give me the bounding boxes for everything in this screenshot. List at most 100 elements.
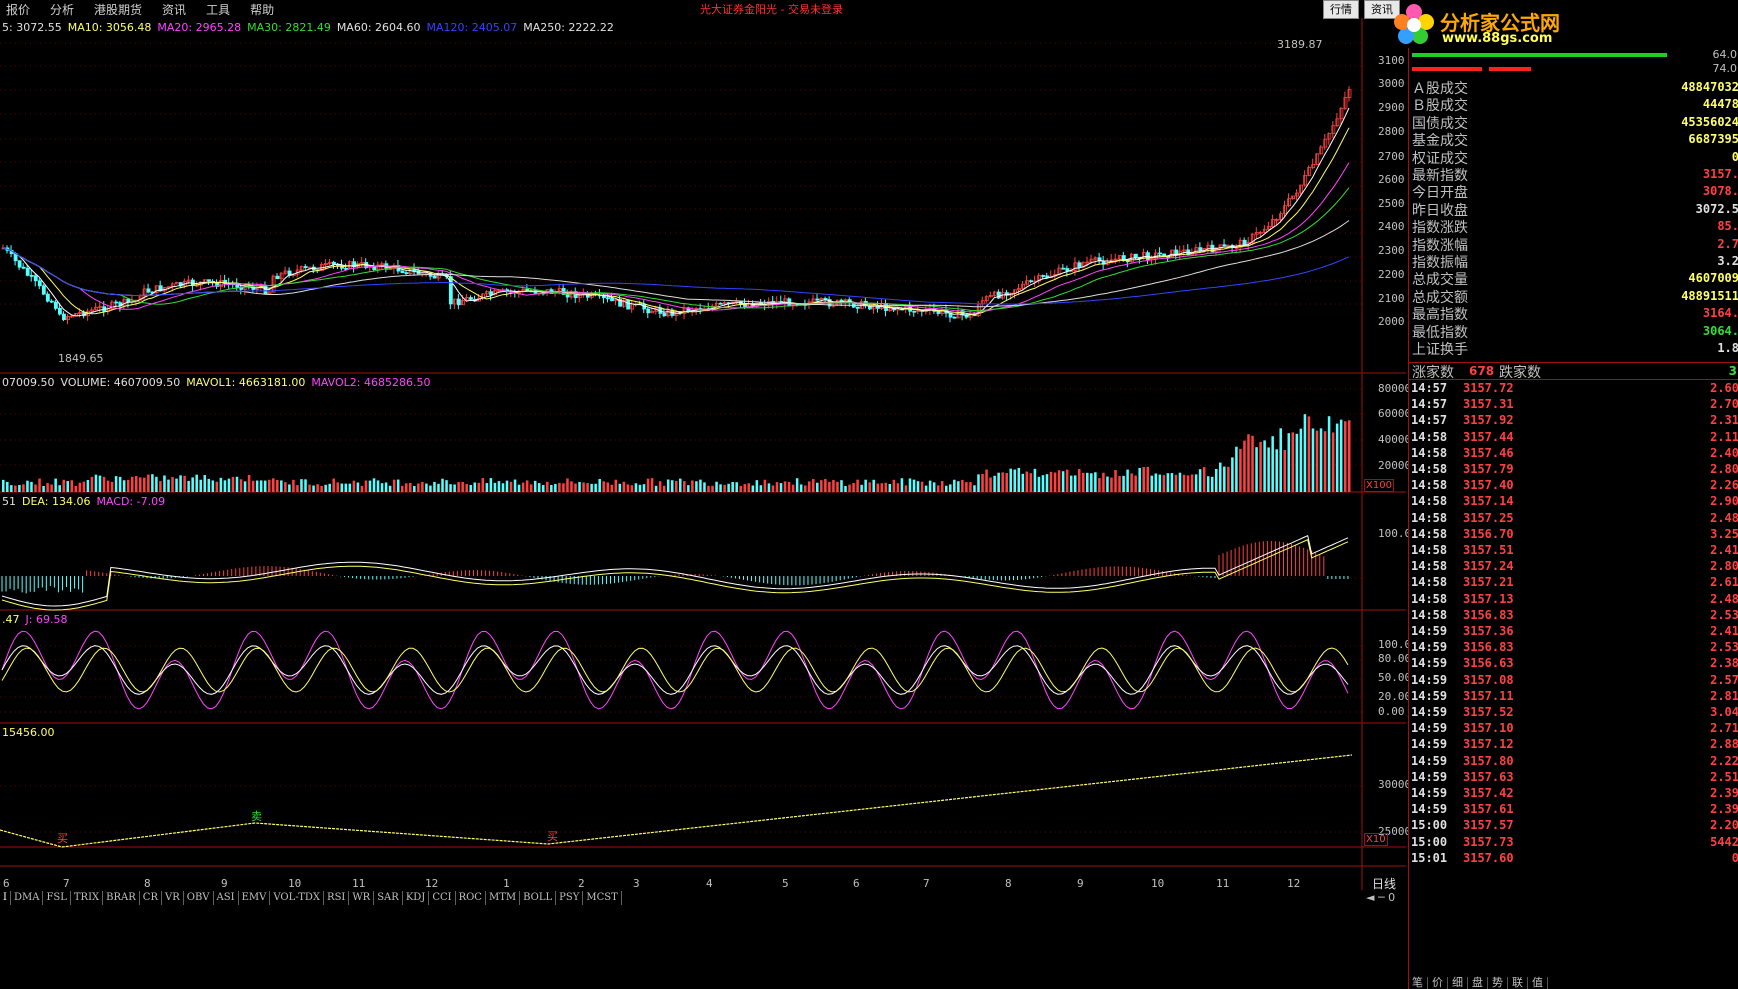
volume-bar [542,485,545,492]
menu-news[interactable]: 资讯 [162,1,186,18]
info-row: 总成交量 4607009 [1412,269,1738,288]
volume-axis-label: 40000 [1378,433,1412,446]
period-label[interactable]: 日线 [1372,875,1396,892]
tab-cr[interactable]: CR [140,891,162,905]
tab-vr[interactable]: VR [162,891,184,905]
tick-row: 14:58 3157.46 2.40 [1411,446,1738,462]
tab-mtm[interactable]: MTM [486,891,521,905]
candle-body [283,270,288,274]
tick-time: 14:58 [1411,575,1448,590]
time-axis-label: 5 [782,877,789,890]
tab-rsi[interactable]: RSI [324,891,350,905]
volume-bar [429,485,432,492]
tab-psy[interactable]: PSY [556,891,584,905]
info-row: 国债成交 45356024 [1412,113,1738,132]
volume-bar [1287,433,1291,492]
tab-fsl[interactable]: FSL [43,891,71,905]
tab-kdj[interactable]: KDJ [403,891,430,905]
volume-bar [384,482,388,492]
tab-indicator[interactable]: I [0,891,11,905]
volume-bar [211,480,215,492]
tab-mcst[interactable]: MCST [583,891,622,905]
menu-tools[interactable]: 工具 [206,1,230,18]
tick-row: 14:58 3157.79 2.80 [1411,462,1738,478]
menu-hk-futures[interactable]: 港股期货 [94,1,142,18]
tick-row: 15:01 3157.60 0 [1411,851,1738,867]
tab-boll[interactable]: BOLL [520,891,557,905]
volume-bar [457,482,460,492]
menu-analysis[interactable]: 分析 [50,1,74,18]
volume-bar [1259,441,1262,492]
tab-roc[interactable]: ROC [456,891,486,905]
tick-time: 14:59 [1411,656,1448,671]
volume-bar [481,478,485,492]
volume-bar [1247,434,1250,492]
info-row: 总成交额 48891511 [1412,287,1738,306]
tab-wr[interactable]: WR [349,891,375,905]
tab-brar[interactable]: BRAR [103,891,140,905]
price-axis-label: 3100 [1378,54,1405,67]
kdj-k-line [1,645,1349,695]
tick-time: 15:00 [1411,834,1448,849]
volume-bar [473,482,477,492]
kline-chart-area[interactable]: 5: 3072.55 MA10: 3056.48 MA20: 2965.28 MA30… [0,18,1418,971]
price-legend: 5: 3072.55 MA10: 3056.48 MA20: 2965.28 MA30… [2,21,620,34]
volume-bar [864,479,867,492]
volume-bar [562,483,565,492]
volume-bar [134,476,138,492]
volume-bar [1182,474,1186,492]
volume-bar [320,485,323,492]
tab-cci[interactable]: CCI [429,891,456,905]
quote-button[interactable]: 行情 [1323,0,1359,19]
volume-bar [884,482,888,492]
volume-bar [191,477,194,492]
tab-trades[interactable]: 笔 [1408,977,1428,989]
price-legend-item: 5: 3072.55 [2,21,62,34]
volume-bar [1279,428,1282,492]
tab-trix[interactable]: TRIX [71,891,104,905]
volume-bar [1077,469,1081,492]
tab-asi[interactable]: ASI [214,891,239,905]
volume-bar [1214,468,1218,492]
candle-body [388,268,393,271]
tick-row: 14:58 3157.40 2.26 [1411,478,1738,494]
tab-orderbook[interactable]: 盘 [1468,977,1488,989]
volume-bar [775,482,779,492]
scroll-arrows[interactable]: ◄ ─ 0 [1366,891,1395,904]
tab-detail[interactable]: 细 [1448,977,1468,989]
tab-sar[interactable]: SAR [374,891,403,905]
tick-row: 14:59 3156.83 2.53 [1411,640,1738,656]
volume-bar [872,479,875,492]
time-axis-label: 9 [221,877,228,890]
menu-quote[interactable]: 报价 [6,1,30,18]
info-row: 今日开盘 3078. [1412,182,1738,201]
candle-body [1158,252,1162,255]
volume-bar [404,483,408,492]
tab-obv[interactable]: OBV [184,891,214,905]
candle-body [400,270,405,274]
candle-body [1319,146,1324,155]
info-label: 上证换手 [1412,342,1468,358]
volume-bar [1138,467,1141,492]
volume-bar [546,481,549,492]
tick-time: 14:58 [1411,591,1448,606]
volume-bar [2,479,5,492]
tab-price[interactable]: 价 [1428,977,1448,989]
candle-body [1331,125,1336,134]
volume-bar [1134,475,1137,492]
volume-bar [1206,476,1210,492]
volume-bar [1303,414,1307,492]
menu-help[interactable]: 帮助 [250,1,274,18]
tick-time: 14:58 [1411,607,1448,622]
tab-emv[interactable]: EMV [239,891,271,905]
tab-trend[interactable]: 势 [1488,977,1508,989]
tick-price: 3157.31 [1463,397,1514,412]
tab-dma[interactable]: DMA [11,891,44,905]
volume-bar [719,484,722,492]
tab-value[interactable]: 值 [1528,977,1548,989]
candle-body [267,291,272,295]
tab-linked[interactable]: 联 [1508,977,1528,989]
volume-bar [376,480,380,492]
candle-body [1061,267,1066,270]
tab-vol-tdx[interactable]: VOL-TDX [270,891,325,905]
